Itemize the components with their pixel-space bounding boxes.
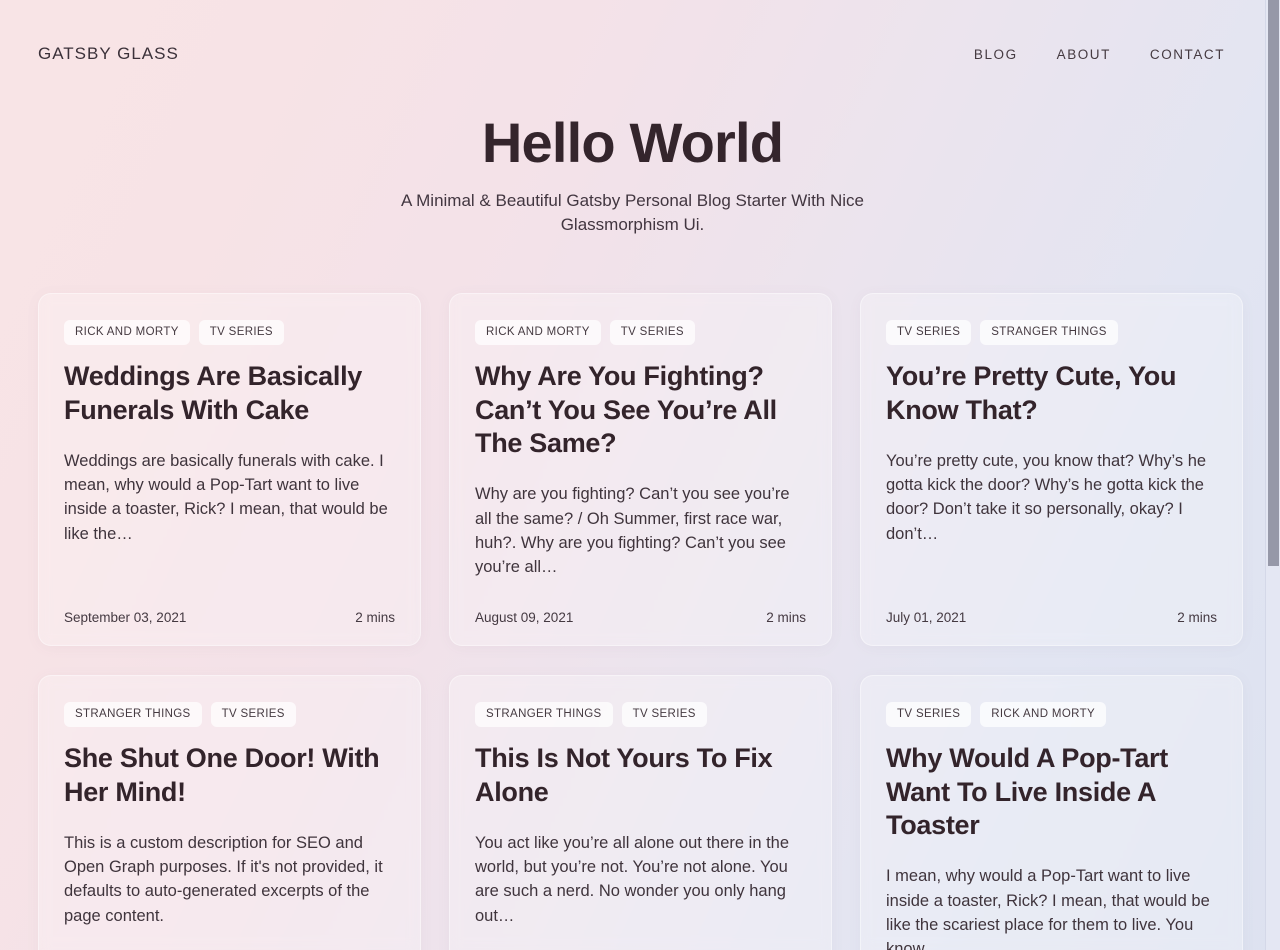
post-date: August 09, 2021 [475,610,574,626]
post-excerpt: You’re pretty cute, you know that? Why’s… [886,451,1207,543]
page-title: Hello World [481,111,784,174]
tag-row: RICK AND MORTY TV SERIES [475,320,806,346]
hero-subtitle: A Minimal & Beautiful Gatsby Personal Bl… [401,190,864,234]
post-tag[interactable]: STRANGER THINGS [475,702,613,728]
nav-link-about[interactable]: ABOUT [1057,47,1111,62]
post-card[interactable]: RICK AND MORTY TV SERIES Weddings Are Ba… [38,293,421,647]
post-tag[interactable]: TV SERIES [886,320,972,346]
post-tag[interactable]: TV SERIES [886,702,972,728]
post-tag[interactable]: TV SERIES [609,320,695,346]
post-tag[interactable]: TV SERIES [621,702,707,728]
post-card[interactable]: STRANGER THINGS TV SERIES She Shut One D… [38,675,421,950]
post-meta: September 03, 2021 2 mins [64,604,395,625]
nav-link-blog[interactable]: BLOG [974,47,1018,62]
hero-section: Hello World A Minimal & Beautiful Gatsby… [0,80,1265,237]
post-title[interactable]: You’re Pretty Cute, You Know That? [886,360,1217,427]
main-nav: BLOG ABOUT CONTACT [974,47,1228,62]
tag-row: TV SERIES RICK AND MORTY [886,702,1217,728]
post-grid: RICK AND MORTY TV SERIES Weddings Are Ba… [0,293,1265,950]
page-viewport: GATSBY GLASS BLOG ABOUT CONTACT Hello Wo… [0,0,1265,950]
tag-row: STRANGER THINGS TV SERIES [475,702,806,728]
post-title[interactable]: Why Are You Fighting? Can’t You See You’… [475,360,806,460]
page-scrollbar[interactable] [1265,0,1280,950]
post-readtime: 2 mins [1177,610,1217,626]
post-readtime: 2 mins [766,610,806,626]
scrollbar-thumb[interactable] [1268,0,1279,566]
post-meta: August 09, 2021 2 mins [475,604,806,625]
post-title[interactable]: Weddings Are Basically Funerals With Cak… [64,360,395,427]
post-date: July 01, 2021 [886,610,967,626]
tag-row: STRANGER THINGS TV SERIES [64,702,395,728]
post-tag[interactable]: TV SERIES [198,320,284,346]
post-excerpt: This is a custom description for SEO and… [64,833,383,925]
post-title[interactable]: Why Would A Pop-Tart Want To Live Inside… [886,742,1217,842]
post-tag[interactable]: STRANGER THINGS [980,320,1118,346]
site-header: GATSBY GLASS BLOG ABOUT CONTACT [0,0,1265,80]
site-logo[interactable]: GATSBY GLASS [38,44,179,64]
post-readtime: 2 mins [355,610,395,626]
post-excerpt: I mean, why would a Pop-Tart want to liv… [886,867,1210,950]
post-date: September 03, 2021 [64,610,187,626]
tag-row: TV SERIES STRANGER THINGS [886,320,1217,346]
post-tag[interactable]: RICK AND MORTY [475,320,601,346]
post-tag[interactable]: TV SERIES [210,702,296,728]
post-tag[interactable]: RICK AND MORTY [64,320,190,346]
post-card[interactable]: RICK AND MORTY TV SERIES Why Are You Fig… [449,293,832,647]
post-card[interactable]: STRANGER THINGS TV SERIES This Is Not Yo… [449,675,832,950]
post-tag[interactable]: STRANGER THINGS [64,702,202,728]
post-tag[interactable]: RICK AND MORTY [980,702,1106,728]
post-title[interactable]: She Shut One Door! With Her Mind! [64,742,395,809]
post-title[interactable]: This Is Not Yours To Fix Alone [475,742,806,809]
post-card[interactable]: TV SERIES STRANGER THINGS You’re Pretty … [860,293,1243,647]
post-card[interactable]: TV SERIES RICK AND MORTY Why Would A Pop… [860,675,1243,950]
tag-row: RICK AND MORTY TV SERIES [64,320,395,346]
post-excerpt: Weddings are basically funerals with cak… [64,451,388,543]
nav-link-contact[interactable]: CONTACT [1150,47,1225,62]
post-meta: July 01, 2021 2 mins [886,604,1217,625]
post-excerpt: You act like you’re all alone out there … [475,833,790,925]
post-excerpt: Why are you fighting? Can’t you see you’… [475,485,790,577]
